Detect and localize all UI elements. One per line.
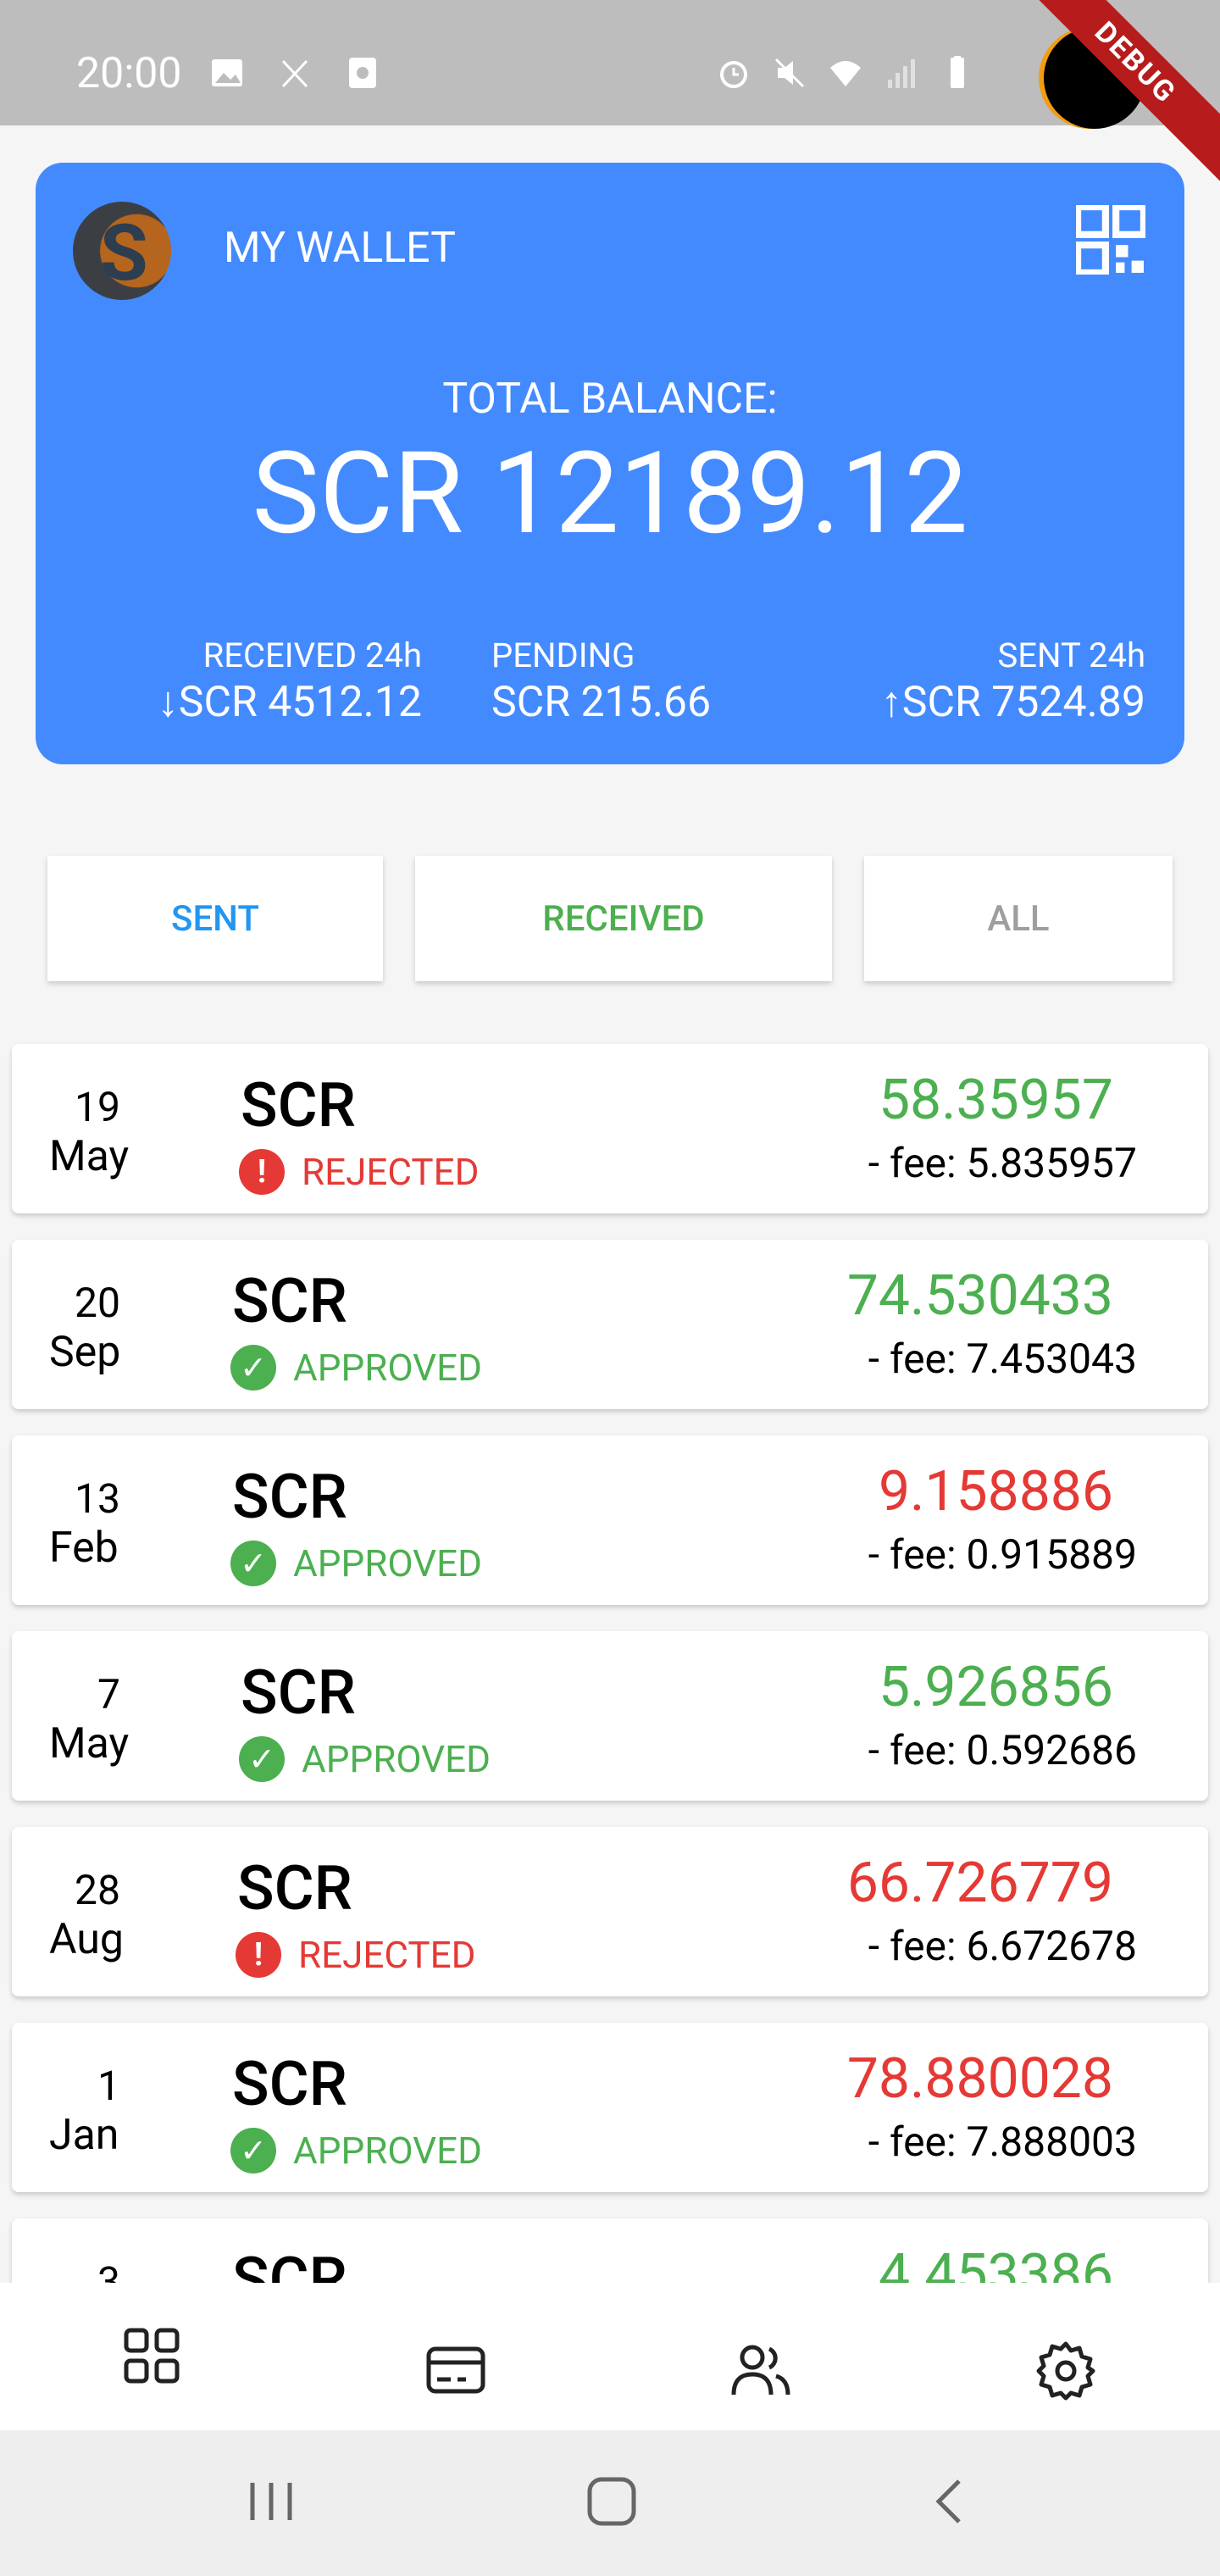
tx-currency: SCR — [241, 1069, 356, 1141]
tx-status-label: APPROVED — [293, 1346, 483, 1390]
tx-status-label: REJECTED — [302, 1150, 480, 1194]
tx-status-label: APPROVED — [302, 1737, 491, 1781]
battery-icon — [951, 56, 964, 88]
alarm-icon — [720, 61, 747, 88]
transaction-list[interactable]: 19 May SCR ! REJECTED 58.35957 - fee: 5.… — [0, 1017, 1220, 2283]
record-icon — [349, 58, 376, 88]
tx-status: ! REJECTED — [239, 1149, 480, 1195]
tx-fee: - fee: 7.888003 — [868, 2118, 1137, 2166]
tx-month: May — [49, 1719, 130, 1768]
tx-day: 13 — [75, 1474, 120, 1523]
tx-currency: SCR — [241, 1657, 356, 1729]
transaction-row[interactable]: 20 Sep SCR ✓ APPROVED 74.530433 - fee: 7… — [12, 1240, 1208, 1409]
back-icon[interactable] — [925, 2474, 979, 2529]
tx-month: Aug — [49, 1915, 124, 1964]
received-label: RECEIVED 24h — [202, 636, 422, 675]
tx-status-label: REJECTED — [298, 1933, 476, 1977]
transaction-row[interactable]: 13 Feb SCR ✓ APPROVED 9.158886 - fee: 0.… — [12, 1435, 1208, 1605]
tx-day: 19 — [75, 1083, 120, 1131]
tx-fee: - fee: 0.592686 — [868, 1726, 1137, 1774]
sent-value: ↑SCR 7524.89 — [880, 678, 1145, 727]
wallet-card: S MY WALLET TOTAL BALANCE: SCR 12189.12 … — [36, 163, 1184, 764]
filter-sent-button[interactable]: SENT — [47, 856, 383, 981]
home-icon[interactable] — [585, 2474, 639, 2529]
tx-amount: 5.926856 — [878, 1655, 1113, 1720]
tx-month: May — [49, 1132, 130, 1181]
recents-icon[interactable] — [244, 2474, 298, 2529]
tx-month: Sep — [49, 1328, 121, 1377]
check-circle-icon: ✓ — [230, 1541, 276, 1586]
tx-day: 28 — [75, 1866, 120, 1914]
card-icon[interactable] — [425, 2340, 486, 2401]
wallet-title: MY WALLET — [224, 224, 456, 273]
received-24h: RECEIVED 24h ↓SCR 4512.12 — [83, 636, 422, 729]
tx-currency: SCR — [232, 1461, 347, 1533]
pending-label: PENDING — [491, 636, 635, 675]
tx-status: ✓ APPROVED — [230, 1541, 482, 1586]
transaction-row[interactable]: 7 May SCR ✓ APPROVED 5.926856 - fee: 0.5… — [12, 1631, 1208, 1801]
tx-status: ✓ APPROVED — [230, 1345, 482, 1391]
settings-icon[interactable] — [1035, 2340, 1096, 2401]
transaction-row[interactable]: 1 Jan SCR ✓ APPROVED 78.880028 - fee: 7.… — [12, 2023, 1208, 2192]
wifi-icon — [830, 61, 861, 86]
tx-currency: SCR — [232, 2048, 347, 2120]
status-right-icons — [717, 56, 974, 90]
tx-day: 1 — [97, 2062, 120, 2110]
tx-amount: 78.880028 — [846, 2046, 1113, 2112]
tx-amount: 58.35957 — [878, 1068, 1113, 1133]
total-balance-label: TOTAL BALANCE: — [442, 375, 778, 424]
tx-amount: 74.530433 — [846, 1263, 1113, 1329]
qr-code-icon[interactable] — [1076, 205, 1145, 275]
error-icon: ! — [236, 1932, 281, 1978]
transaction-row[interactable]: 19 May SCR ! REJECTED 58.35957 - fee: 5.… — [12, 1044, 1208, 1213]
status-time: 20:00 — [76, 49, 182, 98]
tx-status: ✓ APPROVED — [239, 1736, 491, 1782]
signal-icon — [888, 59, 915, 88]
tx-day: 20 — [75, 1279, 120, 1327]
tx-fee: - fee: 0.915889 — [868, 1530, 1137, 1579]
check-circle-icon: ✓ — [239, 1736, 285, 1782]
app-logo: S — [73, 202, 171, 300]
check-circle-icon: ✓ — [230, 2128, 276, 2174]
dashboard-icon[interactable] — [121, 2325, 182, 2386]
tx-status: ! REJECTED — [236, 1932, 476, 1978]
tx-status: ✓ APPROVED — [230, 2128, 482, 2174]
system-nav-bar — [0, 2430, 1220, 2576]
tx-fee: - fee: 6.672678 — [868, 1922, 1137, 1970]
filter-received-button[interactable]: RECEIVED — [415, 856, 832, 981]
tx-amount: 9.158886 — [878, 1459, 1113, 1524]
bottom-nav — [0, 2283, 1220, 2430]
contacts-icon[interactable] — [730, 2340, 791, 2401]
sent-24h: SENT 24h ↑SCR 7524.89 — [881, 636, 1145, 729]
tx-status-label: APPROVED — [293, 2129, 483, 2173]
transaction-row[interactable]: 28 Aug SCR ! REJECTED 66.726779 - fee: 6… — [12, 1827, 1208, 1996]
mute-icon — [774, 58, 805, 88]
sent-label: SENT 24h — [997, 636, 1145, 675]
error-icon: ! — [239, 1149, 285, 1195]
tx-currency: SCR — [232, 1265, 347, 1337]
tx-status-label: APPROVED — [293, 1541, 483, 1585]
tx-currency: SCR — [232, 2244, 347, 2283]
missed-call-icon — [281, 59, 308, 88]
tx-fee: - fee: 5.835957 — [868, 1139, 1137, 1187]
tx-amount: 4.453386 — [878, 2242, 1113, 2283]
pending: PENDING SCR 215.66 — [491, 636, 711, 729]
transaction-row[interactable]: 3 SCR 4.453386 — [12, 2218, 1208, 2283]
status-bar: 20:00 DEBUG — [0, 0, 1220, 188]
check-circle-icon: ✓ — [230, 1345, 276, 1391]
tx-day: 7 — [97, 1670, 120, 1718]
tx-amount: 66.726779 — [846, 1851, 1113, 1916]
filter-all-button[interactable]: ALL — [864, 856, 1173, 981]
total-balance-amount: SCR 12189.12 — [252, 427, 968, 560]
image-icon — [212, 59, 242, 86]
tx-day: 3 — [97, 2257, 120, 2283]
tx-month: Jan — [49, 2111, 119, 2160]
received-value: ↓SCR 4512.12 — [157, 678, 422, 727]
tx-fee: - fee: 7.453043 — [868, 1335, 1137, 1383]
status-left-icons — [210, 56, 380, 90]
tx-month: Feb — [49, 1524, 119, 1573]
tx-currency: SCR — [237, 1852, 352, 1924]
pending-value: SCR 215.66 — [491, 678, 712, 727]
